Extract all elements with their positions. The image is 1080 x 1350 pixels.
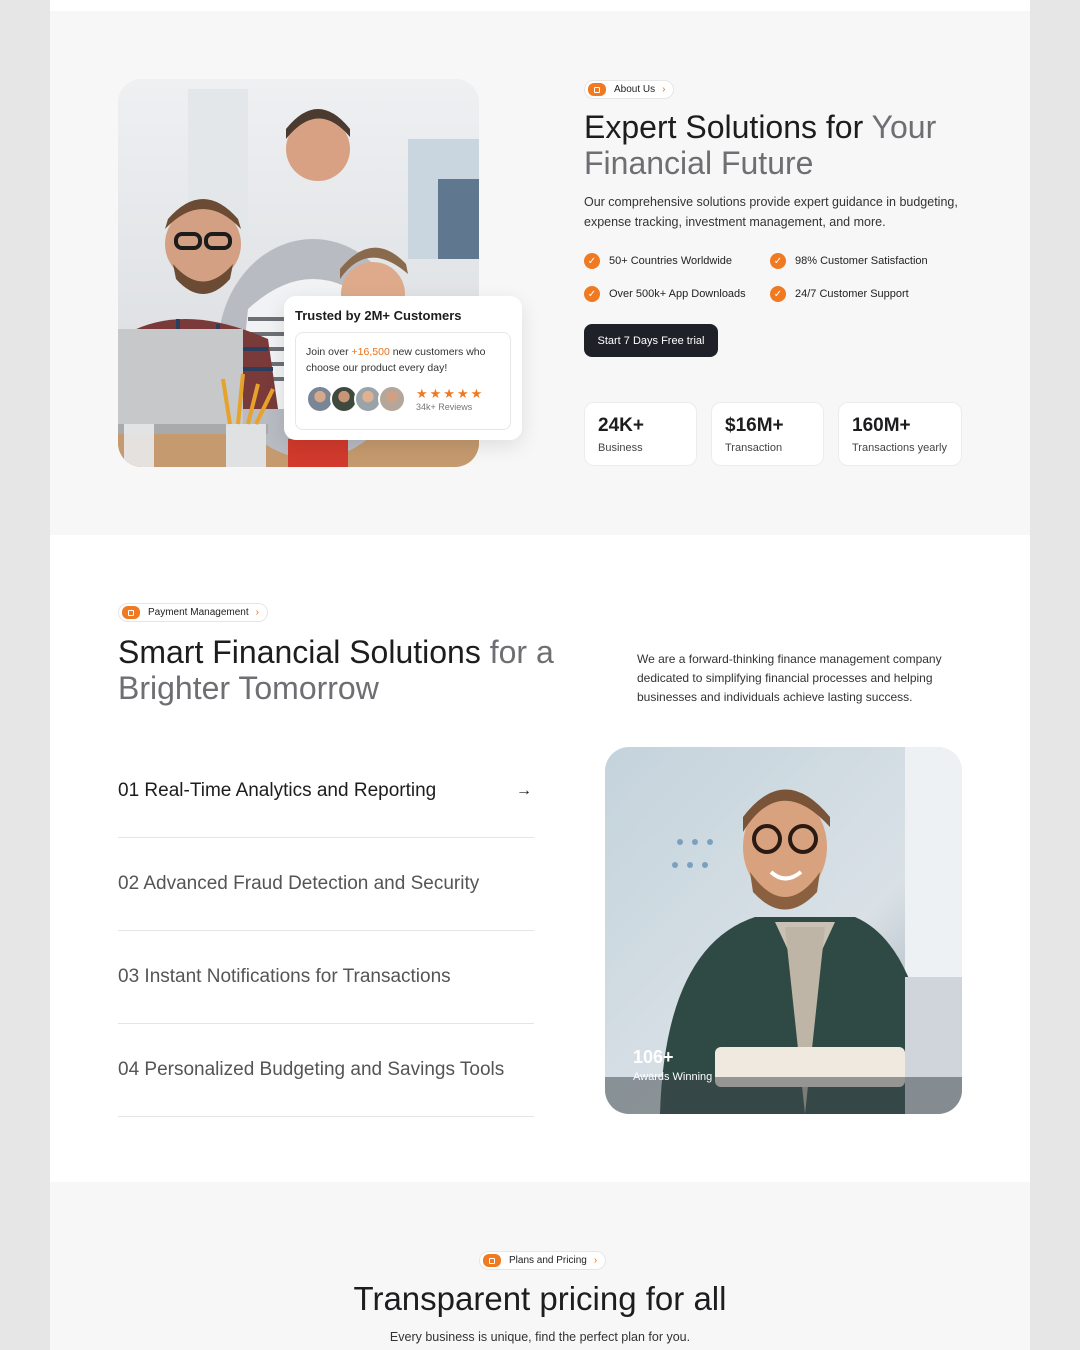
stat-value: 160M+ [852,415,911,436]
award-value: 106+ [633,1047,674,1067]
trust-title: Trusted by 2M+ Customers [295,308,462,323]
stat-card: $16M+ Transaction [711,402,824,466]
feature-list: ✓ 50+ Countries Worldwide ✓ 98% Customer S… [584,252,964,303]
chevron-right-icon: › [593,1255,598,1266]
award-badge: 106+ Awards Winning [633,1047,712,1083]
pricing-pill-label: Plans and Pricing [509,1255,587,1266]
stat-value: 24K+ [598,415,644,436]
stat-label: Transactions yearly [852,442,947,454]
about-lead: Our comprehensive solutions provide expe… [584,195,958,229]
stat-card: 24K+ Business [584,402,697,466]
chevron-right-icon: › [662,84,666,95]
feature-item: ✓ Over 500k+ App Downloads [584,285,770,303]
trust-text: Join over +16,500 new customers who choo… [306,346,486,374]
feature-item: ✓ 50+ Countries Worldwide [584,252,770,270]
list-item[interactable]: 04 Personalized Budgeting and Savings To… [118,1024,534,1117]
about-pill[interactable]: About Us › [584,80,675,99]
stat-label: Transaction [725,442,783,454]
check-icon: ✓ [584,253,600,269]
card-icon [483,1254,501,1267]
list-item[interactable]: 03 Instant Notifications for Transaction… [118,931,534,1024]
trust-highlight: +16,500 [351,346,390,358]
stat-value: $16M+ [725,415,784,436]
arrow-right-icon: → [516,782,532,799]
pricing-section: Plans and Pricing › Transparent pricing … [50,1182,1030,1350]
trust-card: Trusted by 2M+ Customers Join over +16,5… [284,296,522,440]
check-icon: ✓ [770,253,786,269]
star-rating-icon: ★★★★★ [416,385,485,401]
professional-photo: 106+ Awards Winning [605,747,962,1114]
trust-row: ★★★★★ 34k+ Reviews [306,385,500,413]
about-heading: Expert Solutions for Your Financial Futu… [584,109,937,181]
chevron-right-icon: › [255,607,259,618]
payment-pill[interactable]: Payment Management › [118,603,268,622]
payment-description: We are a forward-thinking finance manage… [637,652,942,704]
pricing-subheading: Every business is unique, find the perfe… [389,1330,691,1344]
pricing-pill[interactable]: Plans and Pricing › [479,1251,607,1270]
list-item[interactable]: 01 Real-Time Analytics and Reporting → [118,745,534,838]
stat-card: 160M+ Transactions yearly [838,402,962,466]
avatar [378,385,406,413]
payment-heading: Smart Financial Solutions for a Brighter… [118,634,554,706]
rating: ★★★★★ 34k+ Reviews [416,387,484,412]
free-trial-button[interactable]: Start 7 Days Free trial [584,324,718,357]
stat-label: Business [598,442,643,454]
payment-pill-label: Payment Management [148,607,249,618]
avatar-group [306,385,406,413]
award-label: Awards Winning [633,1071,713,1083]
solutions-list: 01 Real-Time Analytics and Reporting → 02… [118,745,534,1117]
list-item[interactable]: 02 Advanced Fraud Detection and Security [118,838,534,931]
about-pill-label: About Us [614,84,656,95]
check-icon: ✓ [584,286,600,302]
reviews-count: 34k+ Reviews [416,401,473,412]
card-icon [122,606,140,619]
page: Trusted by 2M+ Customers Join over +16,5… [50,0,1030,1350]
about-section: Trusted by 2M+ Customers Join over +16,5… [50,11,1030,535]
feature-item: ✓ 98% Customer Satisfaction [770,252,964,270]
feature-item: ✓ 24/7 Customer Support [770,285,964,303]
check-icon: ✓ [770,286,786,302]
trust-inner: Join over +16,500 new customers who choo… [295,332,511,430]
pricing-heading: Transparent pricing for all [353,1280,727,1317]
card-icon [588,83,606,96]
stats-row: 24K+ Business $16M+ Transaction 160M+ Tr… [584,402,962,466]
